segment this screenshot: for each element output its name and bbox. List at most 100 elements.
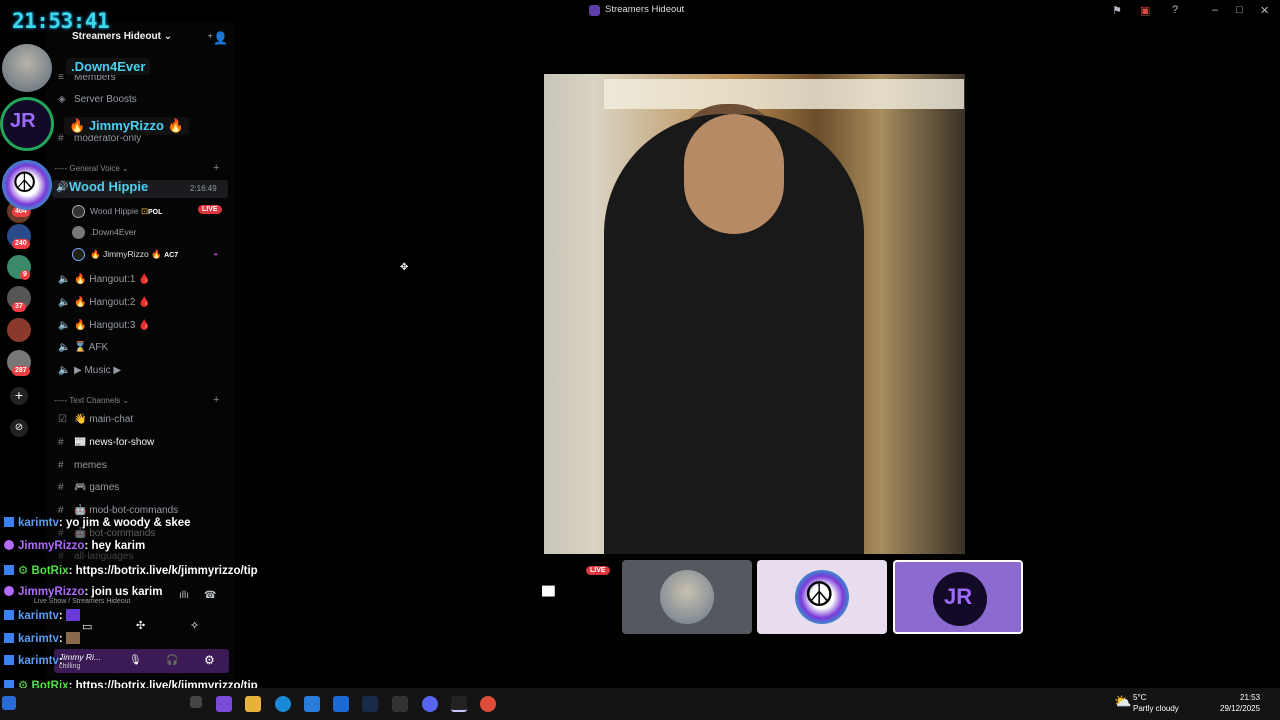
chat-line: JimmyRizzo: join us karim — [4, 586, 162, 598]
add-server-icon[interactable]: + — [10, 387, 28, 405]
participant-tile[interactable]: ☮ — [757, 560, 887, 634]
soundboard-icon[interactable]: ıllı — [179, 590, 189, 601]
disconnect-icon[interactable]: ☎ — [204, 590, 216, 601]
overlay-user-name: 🔥 JimmyRizzo 🔥 — [64, 117, 189, 135]
weather-temp[interactable]: 5°C — [1133, 693, 1146, 702]
hash-icon: # — [58, 482, 64, 493]
chat-user: karimtv — [18, 610, 59, 622]
jr-logo: JR — [944, 584, 973, 609]
chat-line: ⚙ BotRix: https://botrix.live/k/jimmyriz… — [4, 563, 258, 577]
mention-badge: 9 — [20, 270, 30, 280]
channel-label: games — [89, 482, 120, 493]
settings-gear-icon[interactable]: ⚙ — [204, 653, 215, 667]
add-channel-icon[interactable]: + — [213, 394, 219, 406]
taskbar-time[interactable]: 21:53 — [1240, 693, 1260, 702]
chat-user: karimtv — [18, 517, 59, 529]
voice-channel-music[interactable]: 🔈 ▶ Music ▶ — [58, 365, 121, 376]
bot-icon: ⚙ — [18, 565, 32, 577]
close-icon[interactable]: ✕ — [1260, 4, 1269, 17]
boost-icon: ◈ — [58, 94, 66, 105]
weather-desc[interactable]: Partly cloudy — [1133, 704, 1179, 713]
channel-label: mod-bot-commands — [89, 505, 179, 516]
chat-line: karimtv: — [4, 655, 63, 667]
channel-label: AFK — [88, 342, 109, 353]
category-text-channels[interactable]: ----- Text Channels ⌄ — [54, 396, 129, 405]
channel-server-boosts[interactable]: ◈ Server Boosts — [58, 94, 137, 105]
outlook-icon[interactable] — [333, 696, 349, 712]
windows-start-icon[interactable] — [2, 696, 16, 710]
avatar — [72, 205, 85, 218]
peace-sign-icon: ☮ — [12, 167, 38, 198]
hash-icon: # — [58, 460, 64, 471]
voice-user[interactable]: .Down4Ever — [72, 226, 136, 239]
channel-all-languages[interactable]: # all-languages — [58, 551, 134, 562]
chat-line: karimtv: yo jim & woody & skee — [4, 517, 191, 529]
channel-label: Music — [84, 365, 111, 376]
store-icon[interactable] — [304, 696, 320, 712]
app-icon[interactable] — [392, 696, 408, 712]
participant-tile[interactable]: JR — [893, 560, 1023, 634]
activities-icon[interactable]: ✣ — [136, 619, 145, 632]
help-icon[interactable]: ? — [1172, 4, 1178, 16]
channel-games[interactable]: # 🎮 games — [58, 482, 119, 493]
voice-user[interactable]: 🔥 JimmyRizzo 🔥 AC7 — [72, 248, 178, 261]
channel-label: Hangout:1 — [89, 274, 136, 285]
invite-icon[interactable]: ⁺👤 — [207, 31, 228, 45]
voice-channel-afk[interactable]: 🔈 ⌛ AFK — [58, 342, 108, 353]
chat-user: JimmyRizzo — [18, 586, 85, 598]
steam-icon[interactable] — [362, 696, 378, 712]
server-icon[interactable] — [7, 318, 31, 342]
maximize-icon[interactable]: □ — [1236, 4, 1243, 16]
voice-user[interactable]: Wood Hippie ⊡POL — [72, 205, 162, 218]
user-tag: POL — [148, 208, 163, 216]
voice-channel-hangout-1[interactable]: 🔈 🔥 Hangout:1 🩸 — [58, 274, 151, 285]
taskbar-date[interactable]: 29/12/2025 — [1220, 704, 1260, 713]
speaker-icon: 🔈 — [58, 274, 71, 285]
channel-label: Server Boosts — [74, 94, 137, 105]
live-badge: LIVE — [198, 205, 222, 214]
copilot-icon[interactable] — [216, 696, 232, 712]
discord-taskbar-icon[interactable] — [422, 696, 438, 712]
channel-mod-bot-commands[interactable]: # 🤖 mod-bot-commands — [58, 505, 178, 516]
voice-channel-hangout-2[interactable]: 🔈 🔥 Hangout:2 🩸 — [58, 297, 151, 308]
edge-icon[interactable] — [275, 696, 291, 712]
avatar — [72, 248, 85, 261]
effects-icon[interactable]: ✧ — [190, 619, 199, 632]
channel-label: Hangout:3 — [89, 320, 136, 331]
speaker-icon: 🔈 — [58, 297, 71, 308]
mention-badge: 240 — [12, 239, 30, 249]
obs-icon[interactable] — [451, 696, 467, 712]
jr-logo: JR — [10, 110, 36, 132]
minimize-icon[interactable]: – — [1212, 4, 1218, 16]
participant-tile[interactable] — [622, 560, 752, 634]
kick-icon — [4, 610, 14, 620]
category-general-voice[interactable]: ----- General Voice ⌄ — [54, 164, 129, 173]
stream-tile[interactable]: ▀ LIVE — [486, 560, 616, 634]
channel-memes[interactable]: # memes — [58, 460, 107, 471]
channel-main-chat[interactable]: ☑ 👋 main-chat — [58, 414, 133, 425]
channel-bot-commands[interactable]: # 🤖 bot-commands — [58, 528, 155, 539]
channel-news-for-show[interactable]: # 📰 news-for-show — [58, 437, 154, 448]
chat-message: : — [58, 610, 63, 622]
weather-icon[interactable]: ⛅ — [1114, 693, 1131, 710]
hash-icon: # — [58, 528, 64, 539]
mention-badge: 37 — [12, 302, 26, 312]
discover-icon[interactable]: ⊘ — [10, 419, 28, 437]
camera-icon[interactable]: ▭ — [82, 620, 92, 633]
screen-share-icon[interactable]: ▣ — [1140, 4, 1150, 17]
task-view-icon[interactable] — [190, 696, 202, 708]
microphone-icon[interactable]: 🎙 — [129, 655, 142, 666]
inbox-flag-icon[interactable]: ⚑ — [1112, 4, 1122, 17]
voice-channel-hangout-3[interactable]: 🔈 🔥 Hangout:3 🩸 — [58, 320, 151, 331]
stream-video[interactable] — [544, 74, 965, 554]
file-explorer-icon[interactable] — [245, 696, 261, 712]
chrome-icon[interactable] — [480, 696, 496, 712]
rules-icon: ☑ — [58, 414, 67, 425]
add-channel-icon[interactable]: + — [213, 162, 219, 174]
headphones-icon[interactable]: 🎧 — [166, 655, 178, 666]
video-subject-head — [684, 114, 784, 234]
hash-icon: # — [58, 437, 64, 448]
channel-label: main-chat — [89, 414, 134, 425]
peace-sign-icon: ☮ — [804, 576, 835, 614]
chat-user: karimtv — [18, 655, 59, 667]
